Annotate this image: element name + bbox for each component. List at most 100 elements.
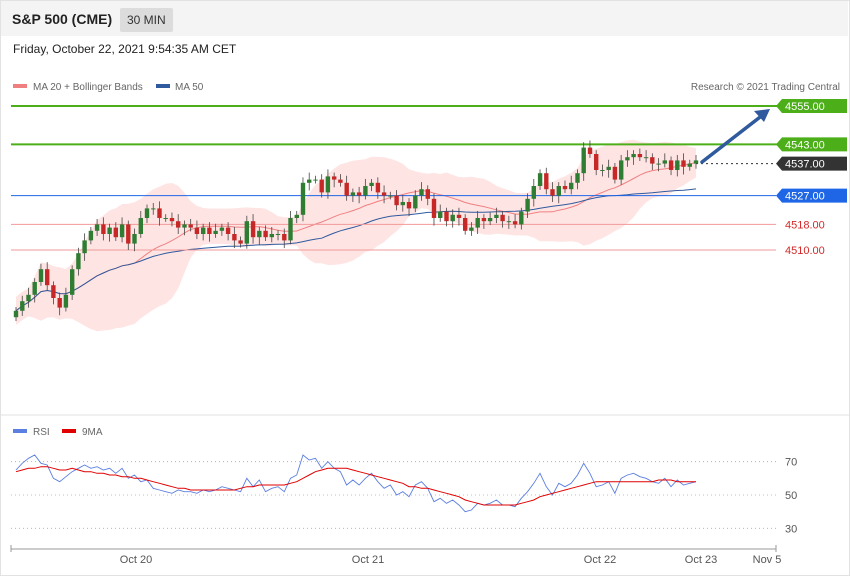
candle-body xyxy=(431,198,437,218)
candle-body xyxy=(369,182,374,186)
candle-body xyxy=(556,186,561,196)
candle-body xyxy=(531,186,536,199)
candle-body xyxy=(257,230,262,238)
candle-body xyxy=(20,301,25,311)
candle-body xyxy=(381,192,387,196)
x-tick-label: Oct 22 xyxy=(584,554,616,566)
candle xyxy=(300,177,306,222)
candle-body xyxy=(144,208,150,218)
level-label-current: 4537.00 xyxy=(785,159,825,171)
candle-body xyxy=(413,195,418,209)
candle-body xyxy=(406,202,412,209)
candle-body xyxy=(282,234,287,241)
candle-body xyxy=(662,160,667,164)
candle-body xyxy=(675,160,680,170)
candle-body xyxy=(375,182,381,193)
candle-body xyxy=(294,214,299,218)
candle-body xyxy=(612,166,618,180)
candle-body xyxy=(113,227,118,238)
candle-body xyxy=(619,160,624,180)
candle-body xyxy=(169,218,175,222)
candle-body xyxy=(163,218,168,219)
candle-body xyxy=(494,214,499,218)
legend-9ma-label: 9MA xyxy=(82,427,103,438)
rsi-9ma-line xyxy=(15,466,696,506)
candle-body xyxy=(687,163,692,167)
candle-body xyxy=(537,173,543,186)
candle-body xyxy=(225,227,231,234)
candle-body xyxy=(544,173,549,190)
x-tick-label: Oct 21 xyxy=(352,554,384,566)
level-label-support: 4510.00 xyxy=(785,245,825,257)
legend-ma20-swatch xyxy=(13,84,27,88)
candle-body xyxy=(631,154,636,158)
candle-body xyxy=(506,221,512,223)
candle-body xyxy=(107,227,112,234)
candle-body xyxy=(51,285,56,298)
candle-body xyxy=(32,282,37,295)
legend-ma20-label: MA 20 + Bollinger Bands xyxy=(33,82,143,93)
candle-body xyxy=(94,224,100,231)
candle-body xyxy=(70,269,75,295)
candle-body xyxy=(356,192,362,196)
candle-body xyxy=(475,218,480,228)
price-chart: MA 20 + Bollinger Bands MA 50 Research ©… xyxy=(1,82,849,566)
candle-body xyxy=(394,195,399,206)
candle-body xyxy=(550,189,555,196)
candle xyxy=(70,265,75,300)
candle-body xyxy=(500,214,505,222)
candle-body xyxy=(275,234,281,235)
candle-body xyxy=(575,173,580,183)
candle-body xyxy=(643,157,649,159)
candle-body xyxy=(668,160,674,170)
candle-body xyxy=(288,218,293,241)
candle-body xyxy=(151,208,156,210)
candle-body xyxy=(444,211,449,222)
candle-body xyxy=(581,147,586,174)
candle-body xyxy=(525,198,530,212)
candle-body xyxy=(400,202,405,206)
candle-body xyxy=(57,298,62,308)
candle-body xyxy=(269,234,274,238)
candle-body xyxy=(637,154,643,158)
candle-body xyxy=(419,189,424,196)
candle-body xyxy=(263,230,268,238)
candle-body xyxy=(487,218,493,222)
candle-body xyxy=(344,182,349,196)
candle-body xyxy=(38,269,44,282)
rsi-tick-label-50: 50 xyxy=(785,490,797,502)
candle-body xyxy=(325,176,331,193)
candle-body xyxy=(182,224,187,228)
candle-body xyxy=(101,224,106,234)
candle-body xyxy=(625,157,630,161)
candle-body xyxy=(338,179,343,183)
candle-body xyxy=(188,224,193,228)
candle-body xyxy=(350,192,356,196)
x-tick-label: Nov 5 xyxy=(753,554,782,566)
copyright-text: Research © 2021 Trading Central xyxy=(691,82,840,93)
level-label-pivot: 4527.00 xyxy=(785,191,825,203)
candle-body xyxy=(332,176,337,180)
candle xyxy=(288,210,293,245)
candle-body xyxy=(313,179,318,181)
candle-body xyxy=(300,182,306,215)
candle-body xyxy=(307,179,312,183)
candle xyxy=(307,172,312,191)
candle-body xyxy=(425,189,430,199)
candle-body xyxy=(157,208,162,218)
candle-body xyxy=(569,182,574,190)
candle-body xyxy=(238,240,243,244)
legend-rsi-swatch xyxy=(13,429,27,433)
candle-body xyxy=(562,186,568,190)
candle-body xyxy=(594,154,599,170)
candle xyxy=(313,175,318,184)
candle-body xyxy=(138,218,143,234)
candle-body xyxy=(512,221,518,225)
legend-9ma-swatch xyxy=(62,429,76,433)
candle-body xyxy=(481,218,487,222)
candle-body xyxy=(13,310,19,318)
candle-body xyxy=(469,227,474,231)
candle-body xyxy=(450,214,455,222)
candle-body xyxy=(26,294,31,302)
candle-body xyxy=(201,227,206,234)
